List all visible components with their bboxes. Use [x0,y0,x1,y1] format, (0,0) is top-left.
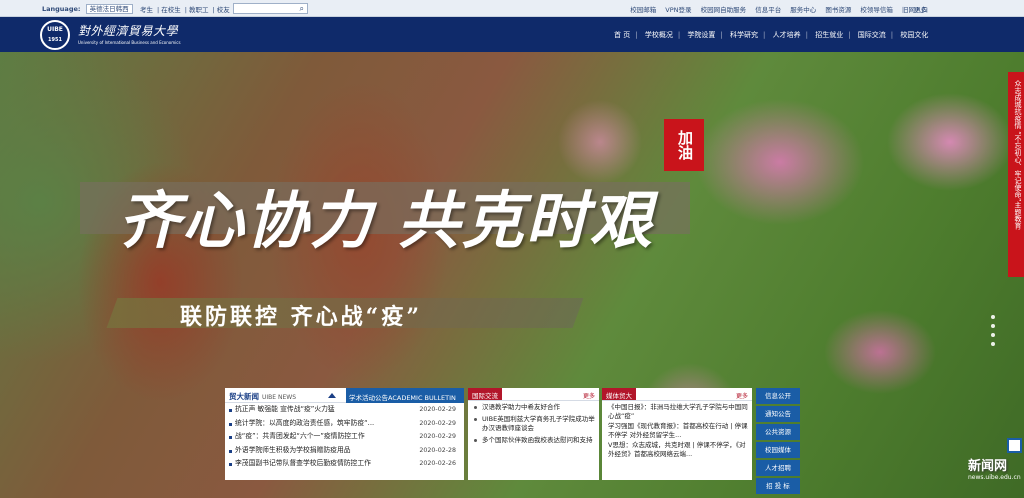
media-item[interactable]: V思想：众志成城，共克时艰 | 停课不停学，《对外经贸》首都高校网络云端... [602,439,752,458]
news-date: 2020-02-26 [419,460,456,467]
nav-campus-culture[interactable]: 校园文化 [900,31,928,39]
side-ribbon-banner[interactable]: 众志成城抗疫情 “不忘初心、牢记使命”主题教育 [1008,72,1024,277]
news-title[interactable]: 外语学院师生积极为学校捐赠防疫用品 [235,444,351,458]
link-info-platform[interactable]: 信息平台 [755,6,781,14]
search-input[interactable]: ⌕ [233,3,308,14]
active-tab-indicator-icon [328,393,336,398]
news-date: 2020-02-29 [419,433,456,440]
news-item[interactable]: 李茂国副书记带队督查学校后勤疫情防控工作 2020-02-26 [225,457,464,471]
carousel-dot[interactable] [991,324,995,328]
news-item[interactable]: 外语学院师生积极为学校捐赠防疫用品 2020-02-28 [225,444,464,458]
seal-text: UIBE [47,26,63,33]
media-item[interactable]: 《中国日报》：非洲马拉维大学孔子学院与中国同心战“疫” [602,401,752,420]
qr-code-icon[interactable] [1007,438,1022,453]
quick-link-info-disclosure[interactable]: 信息公开 [756,388,800,404]
news-item[interactable]: 战“疫”：共青团发起“六个一”疫情防控工作 2020-02-29 [225,430,464,444]
international-panel: 国际交流 更多 汉语教学助力中希友好合作 UIBE英国利兹大学商务孔子学院成功举… [468,388,599,480]
media-more-link[interactable]: 更多 [736,391,748,400]
role-link-student[interactable]: 在校生 [161,6,181,14]
carousel-dot[interactable] [991,342,995,346]
news-item[interactable]: 抗正声 敏强能 宣传战“疫”火力猛 2020-02-29 [225,403,464,417]
main-nav: 首 页 | 学校概况 | 学院设置 | 科学研究 | 人才培养 | 招生就业 | 国际交流 |… [614,31,929,39]
role-links: 考生 | 在校生 | 教职工 | 校友 [140,6,230,14]
nav-schools[interactable]: 学院设置 [687,31,715,39]
link-leader-mailbox[interactable]: 校领导信箱 [860,6,893,14]
carousel-dot[interactable] [991,315,995,319]
hero-slogan-main: 齐心协力 共克时艰 [118,184,654,257]
language-switcher[interactable]: Language: 英德法日韩西 [42,4,133,14]
link-library[interactable]: 图书资源 [825,6,851,14]
news-tabs: 贸大新闻 UIBE NEWS 学术活动公告ACADEMIC BULLETIN [225,388,464,403]
nav-about[interactable]: 学校概况 [645,31,673,39]
news-title[interactable]: 统计学院：以高度的政治责任感，筑牢防疫“... [235,417,374,431]
nav-admissions[interactable]: 招生就业 [815,31,843,39]
role-link-applicant[interactable]: 考生 [140,6,153,14]
carousel-dot[interactable] [991,333,995,337]
university-name[interactable]: 對外經濟貿易大學 [78,22,178,39]
uibe-news-panel: 贸大新闻 UIBE NEWS 学术活动公告ACADEMIC BULLETIN 抗正… [225,388,464,480]
tab-uibe-news-label: 贸大新闻 [229,392,259,401]
watermark: 新闻网 [968,459,1008,474]
nav-education[interactable]: 人才培养 [773,31,801,39]
role-link-staff[interactable]: 教职工 [189,6,209,14]
quick-links: 信息公开 通知公告 公共资源 校园媒体 人才招聘 招 投 标 [756,388,800,496]
utility-links: 校园邮箱 VPN登录 校园网自助服务 信息平台 服务中心 图书资源 校领导信箱 … [623,4,928,14]
link-email[interactable]: 校园邮箱 [630,6,656,14]
media-item[interactable]: 学习强国《现代教育报》：首都高校在行动 | 停课不停学 对外经贸留学生... [602,420,752,439]
news-title[interactable]: 李茂国副书记带队督查学校后勤疫情防控工作 [235,457,371,471]
news-item[interactable]: 统计学院：以高度的政治责任感，筑牢防疫“... 2020-02-29 [225,417,464,431]
language-label: Language: [42,5,81,13]
nav-home[interactable]: 首 页 [614,31,630,39]
international-more-link[interactable]: 更多 [583,391,595,400]
link-vpn[interactable]: VPN登录 [665,6,691,14]
language-select[interactable]: 英德法日韩西 [85,4,133,14]
international-item[interactable]: UIBE英国利兹大学商务孔子学院成功举办汉语教师座谈会 [468,413,599,434]
quick-link-notices[interactable]: 通知公告 [756,406,800,422]
news-date: 2020-02-29 [419,419,456,427]
seal-year: 1951 [48,37,62,43]
international-item[interactable]: 多个国际伙伴致函我校表达慰问和支持 [468,434,599,446]
media-panel-title[interactable]: 媒体贸大 [602,388,636,400]
international-panel-header: 国际交流 更多 [468,388,599,401]
top-utility-bar: Language: 英德法日韩西 考生 | 在校生 | 教职工 | 校友 ⌕ 校园邮箱… [0,0,1024,17]
quick-link-bidding[interactable]: 招 投 标 [756,478,800,494]
news-title[interactable]: 抗正声 敏强能 宣传战“疫”火力猛 [235,403,335,417]
watermark-url: news.uibe.edu.cn [968,474,1021,481]
news-date: 2020-02-28 [419,446,456,454]
hero-slogan-sub: 联防联控 齐心战“疫” [180,304,422,330]
nav-international[interactable]: 国际交流 [858,31,886,39]
nav-research[interactable]: 科学研究 [730,31,758,39]
quick-link-campus-media[interactable]: 校园媒体 [756,442,800,458]
media-panel: 媒体贸大 更多 《中国日报》：非洲马拉维大学孔子学院与中国同心战“疫” 学习强国… [602,388,752,480]
news-title[interactable]: 战“疫”：共青团发起“六个一”疫情防控工作 [235,430,365,444]
university-name-en: University of International Business and… [78,40,181,45]
international-item[interactable]: 汉语教学助力中希友好合作 [468,401,599,413]
international-panel-title[interactable]: 国际交流 [468,388,502,400]
news-date: 2020-02-29 [419,406,456,413]
tab-uibe-news-en: UIBE NEWS [262,394,296,401]
university-seal-logo[interactable]: UIBE 1951 [40,20,70,50]
role-link-alumni[interactable]: 校友 [217,6,230,14]
carousel-dots[interactable] [991,315,995,351]
media-panel-header: 媒体贸大 更多 [602,388,752,401]
link-service-center[interactable]: 服务中心 [790,6,816,14]
quick-link-public-resources[interactable]: 公共资源 [756,424,800,440]
more-links[interactable]: 更多 [914,4,927,14]
tab-academic-bulletin[interactable]: 学术活动公告ACADEMIC BULLETIN [346,388,464,403]
tab-uibe-news[interactable]: 贸大新闻 UIBE NEWS [229,391,296,402]
link-network-service[interactable]: 校园网自助服务 [701,6,747,14]
quick-link-recruitment[interactable]: 人才招聘 [756,460,800,476]
jiayou-stamp: 加油 [664,119,704,171]
search-icon[interactable]: ⌕ [300,4,304,14]
